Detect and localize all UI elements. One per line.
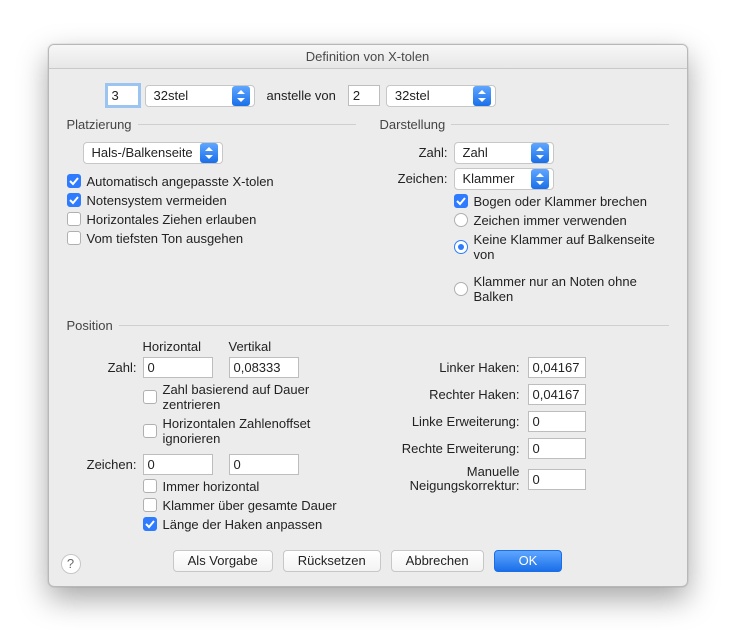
left-hook-label: Linker Haken: [380,360,520,375]
right-hook-input[interactable] [528,384,586,405]
button-row: Als Vorgabe Rücksetzen Abbrechen OK [67,550,669,572]
position-heading: Position [67,318,119,333]
tuplet-count-input[interactable] [107,85,139,106]
right-ext-input[interactable] [528,438,586,459]
appearance-group: Darstellung Zahl: Zahl Zeichen: Klammer [380,117,669,308]
slope-input[interactable] [528,469,586,490]
number-v-input[interactable] [229,357,299,378]
from-lowest-checkbox[interactable]: Vom tiefsten Ton ausgehen [67,231,356,246]
vertical-heading: Vertikal [229,339,309,354]
shape-h-input[interactable] [143,454,213,475]
number-value: Zahl [463,145,525,160]
always-horizontal-label: Immer horizontal [163,479,260,494]
break-label: Bogen oder Klammer brechen [474,194,647,209]
auto-adjust-checkbox[interactable]: Automatisch angepasste X-tolen [67,174,356,189]
slope-label: Manuelle Neigungskorrektur: [380,465,520,495]
no-bracket-beam-label: Keine Klammer auf Balkenseite von [474,232,669,262]
pos-number-label: Zahl: [67,360,137,375]
center-duration-checkbox[interactable]: Zahl basierend auf Dauer zentrieren [143,382,356,412]
right-ext-label: Rechte Erweiterung: [380,441,520,456]
placement-heading: Platzierung [67,117,138,132]
chevron-updown-icon [531,143,549,163]
chevron-updown-icon [473,86,491,106]
tuplet-unit-1-select[interactable]: 32stel [145,85,255,107]
shape-v-input[interactable] [229,454,299,475]
avoid-staff-checkbox[interactable]: Notensystem vermeiden [67,193,356,208]
help-icon: ? [67,556,74,571]
position-right: Linker Haken: Rechter Haken: Linke Erwei… [380,339,669,536]
cancel-button[interactable]: Abbrechen [391,550,484,572]
shape-value: Klammer [463,171,525,186]
horizontal-heading: Horizontal [143,339,223,354]
position-group: Position Horizontal Vertikal Zahl: Zahl … [67,318,669,536]
shape-select[interactable]: Klammer [454,168,554,190]
help-button[interactable]: ? [61,554,81,574]
definition-row: 32stel anstelle von 32stel [107,85,669,107]
always-use-label: Zeichen immer verwenden [474,213,627,228]
placement-mode-select[interactable]: Hals-/Balkenseite [83,142,223,164]
no-bracket-beam-radio[interactable]: Keine Klammer auf Balkenseite von [454,232,669,262]
left-ext-label: Linke Erweiterung: [380,414,520,429]
center-duration-label: Zahl basierend auf Dauer zentrieren [163,382,356,412]
set-default-button[interactable]: Als Vorgabe [173,550,273,572]
break-checkbox[interactable]: Bogen oder Klammer brechen [454,194,669,209]
bracket-full-label: Klammer über gesamte Dauer [163,498,337,513]
chevron-updown-icon [200,143,218,163]
always-horizontal-checkbox[interactable]: Immer horizontal [143,479,356,494]
normal-count-input[interactable] [348,85,380,106]
left-ext-input[interactable] [528,411,586,432]
ignore-offset-checkbox[interactable]: Horizontalen Zahlenoffset ignorieren [143,416,356,446]
ok-button[interactable]: OK [494,550,563,572]
position-left: Horizontal Vertikal Zahl: Zahl basierend… [67,339,356,536]
chevron-updown-icon [232,86,250,106]
upper-columns: Platzierung Hals-/Balkenseite Automatisc… [67,117,669,308]
allow-hdrag-label: Horizontales Ziehen erlauben [87,212,257,227]
appearance-heading: Darstellung [380,117,452,132]
number-label: Zahl: [380,145,448,160]
pos-shape-label: Zeichen: [67,457,137,472]
bracket-full-checkbox[interactable]: Klammer über gesamte Dauer [143,498,356,513]
auto-adjust-label: Automatisch angepasste X-tolen [87,174,274,189]
chevron-updown-icon [531,169,549,189]
tuplet-unit-1-value: 32stel [154,88,226,103]
right-hook-label: Rechter Haken: [380,387,520,402]
avoid-staff-label: Notensystem vermeiden [87,193,227,208]
only-no-beam-label: Klammer nur an Noten ohne Balken [474,274,669,304]
match-hooks-label: Länge der Haken anpassen [163,517,323,532]
window-title: Definition von X-tolen [306,49,430,64]
shape-label: Zeichen: [380,171,448,186]
number-select[interactable]: Zahl [454,142,554,164]
tuplet-unit-2-value: 32stel [395,88,467,103]
ignore-offset-label: Horizontalen Zahlenoffset ignorieren [163,416,356,446]
title-bar: Definition von X-tolen [49,45,687,69]
match-hooks-checkbox[interactable]: Länge der Haken anpassen [143,517,356,532]
from-lowest-label: Vom tiefsten Ton ausgehen [87,231,244,246]
placement-mode-value: Hals-/Balkenseite [92,145,194,160]
allow-hdrag-checkbox[interactable]: Horizontales Ziehen erlauben [67,212,356,227]
dialog-body: 32stel anstelle von 32stel Platzierung H… [49,69,687,586]
placement-group: Platzierung Hals-/Balkenseite Automatisc… [67,117,356,308]
reset-button[interactable]: Rücksetzen [283,550,381,572]
only-no-beam-radio[interactable]: Klammer nur an Noten ohne Balken [454,274,669,304]
always-use-radio[interactable]: Zeichen immer verwenden [454,213,669,228]
tuplet-unit-2-select[interactable]: 32stel [386,85,496,107]
left-hook-input[interactable] [528,357,586,378]
number-h-input[interactable] [143,357,213,378]
dialog-window: Definition von X-tolen 32stel anstelle v… [48,44,688,587]
instead-of-label: anstelle von [267,88,336,103]
